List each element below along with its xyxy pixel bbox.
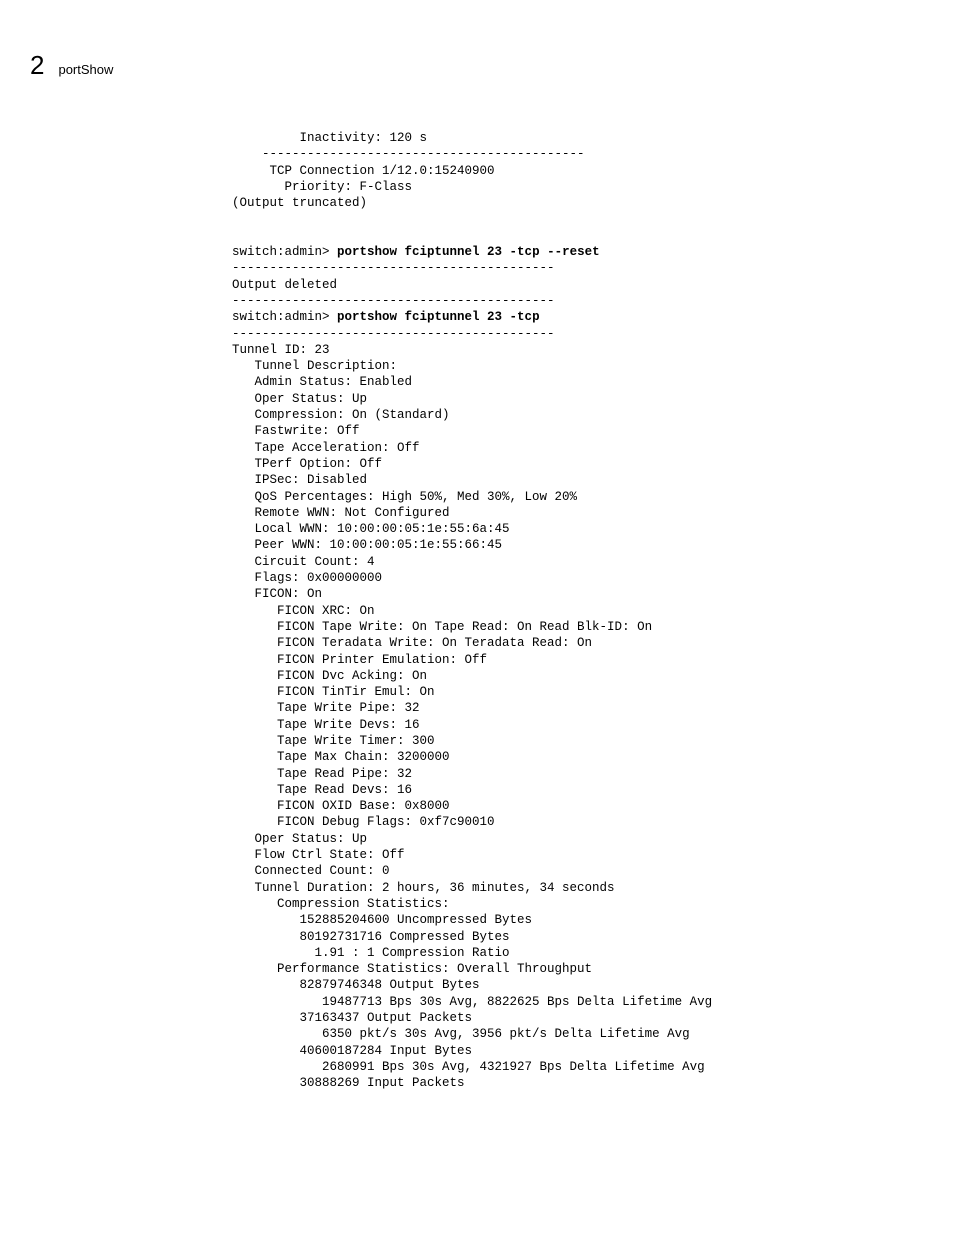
line: FICON Dvc Acking: On [232, 669, 427, 683]
line: Inactivity: 120 s [232, 131, 427, 145]
line: FICON TinTir Emul: On [232, 685, 435, 699]
line: ----------------------------------------… [232, 147, 585, 161]
line: Compression: On (Standard) [232, 408, 450, 422]
line: Tunnel Duration: 2 hours, 36 minutes, 34… [232, 881, 615, 895]
line: FICON Teradata Write: On Teradata Read: … [232, 636, 592, 650]
cmd-text: portshow fciptunnel 23 -tcp [337, 310, 540, 324]
line: Tape Acceleration: Off [232, 441, 420, 455]
line: 1.91 : 1 Compression Ratio [232, 946, 510, 960]
line: Remote WWN: Not Configured [232, 506, 450, 520]
separator: ----------------------------------------… [232, 294, 555, 308]
line: TPerf Option: Off [232, 457, 382, 471]
line: Tape Write Timer: 300 [232, 734, 435, 748]
line: Tape Read Pipe: 32 [232, 767, 412, 781]
line: FICON Tape Write: On Tape Read: On Read … [232, 620, 652, 634]
line: 2680991 Bps 30s Avg, 4321927 Bps Delta L… [232, 1060, 705, 1074]
line: Performance Statistics: Overall Throughp… [232, 962, 592, 976]
line: 82879746348 Output Bytes [232, 978, 480, 992]
cmd-prompt: switch:admin> [232, 310, 337, 324]
line: 40600187284 Input Bytes [232, 1044, 472, 1058]
line: IPSec: Disabled [232, 473, 367, 487]
line: Flags: 0x00000000 [232, 571, 382, 585]
line: FICON Debug Flags: 0xf7c90010 [232, 815, 495, 829]
line: Flow Ctrl State: Off [232, 848, 405, 862]
line: 37163437 Output Packets [232, 1011, 472, 1025]
separator: ----------------------------------------… [232, 327, 555, 341]
line: 6350 pkt/s 30s Avg, 3956 pkt/s Delta Lif… [232, 1027, 690, 1041]
line: Tape Write Devs: 16 [232, 718, 420, 732]
line: Circuit Count: 4 [232, 555, 375, 569]
cmd-prompt: switch:admin> [232, 245, 337, 259]
line: Connected Count: 0 [232, 864, 390, 878]
terminal-output: Inactivity: 120 s ----------------------… [232, 130, 712, 1092]
line: 19487713 Bps 30s Avg, 8822625 Bps Delta … [232, 995, 712, 1009]
line: FICON: On [232, 587, 322, 601]
line: Tape Write Pipe: 32 [232, 701, 420, 715]
line: 80192731716 Compressed Bytes [232, 930, 510, 944]
page-title: portShow [58, 62, 113, 77]
line: Admin Status: Enabled [232, 375, 412, 389]
line: Priority: F-Class [232, 180, 412, 194]
line: Oper Status: Up [232, 392, 367, 406]
separator: ----------------------------------------… [232, 261, 555, 275]
line: QoS Percentages: High 50%, Med 30%, Low … [232, 490, 577, 504]
line: TCP Connection 1/12.0:15240900 [232, 164, 495, 178]
cmd-text: portshow fciptunnel 23 -tcp --reset [337, 245, 600, 259]
line: FICON OXID Base: 0x8000 [232, 799, 450, 813]
line: FICON XRC: On [232, 604, 375, 618]
line: Compression Statistics: [232, 897, 450, 911]
line: Peer WWN: 10:00:00:05:1e:55:66:45 [232, 538, 502, 552]
line: Tunnel ID: 23 [232, 343, 330, 357]
line: Output deleted [232, 278, 337, 292]
line: 152885204600 Uncompressed Bytes [232, 913, 532, 927]
chapter-number: 2 [30, 50, 44, 81]
line: Local WWN: 10:00:00:05:1e:55:6a:45 [232, 522, 510, 536]
line: FICON Printer Emulation: Off [232, 653, 487, 667]
page-header: 2 portShow [30, 50, 113, 81]
line: Fastwrite: Off [232, 424, 360, 438]
line: Tape Read Devs: 16 [232, 783, 412, 797]
line: Tunnel Description: [232, 359, 397, 373]
line: Oper Status: Up [232, 832, 367, 846]
line: Tape Max Chain: 3200000 [232, 750, 450, 764]
line: 30888269 Input Packets [232, 1076, 465, 1090]
line: (Output truncated) [232, 196, 367, 210]
